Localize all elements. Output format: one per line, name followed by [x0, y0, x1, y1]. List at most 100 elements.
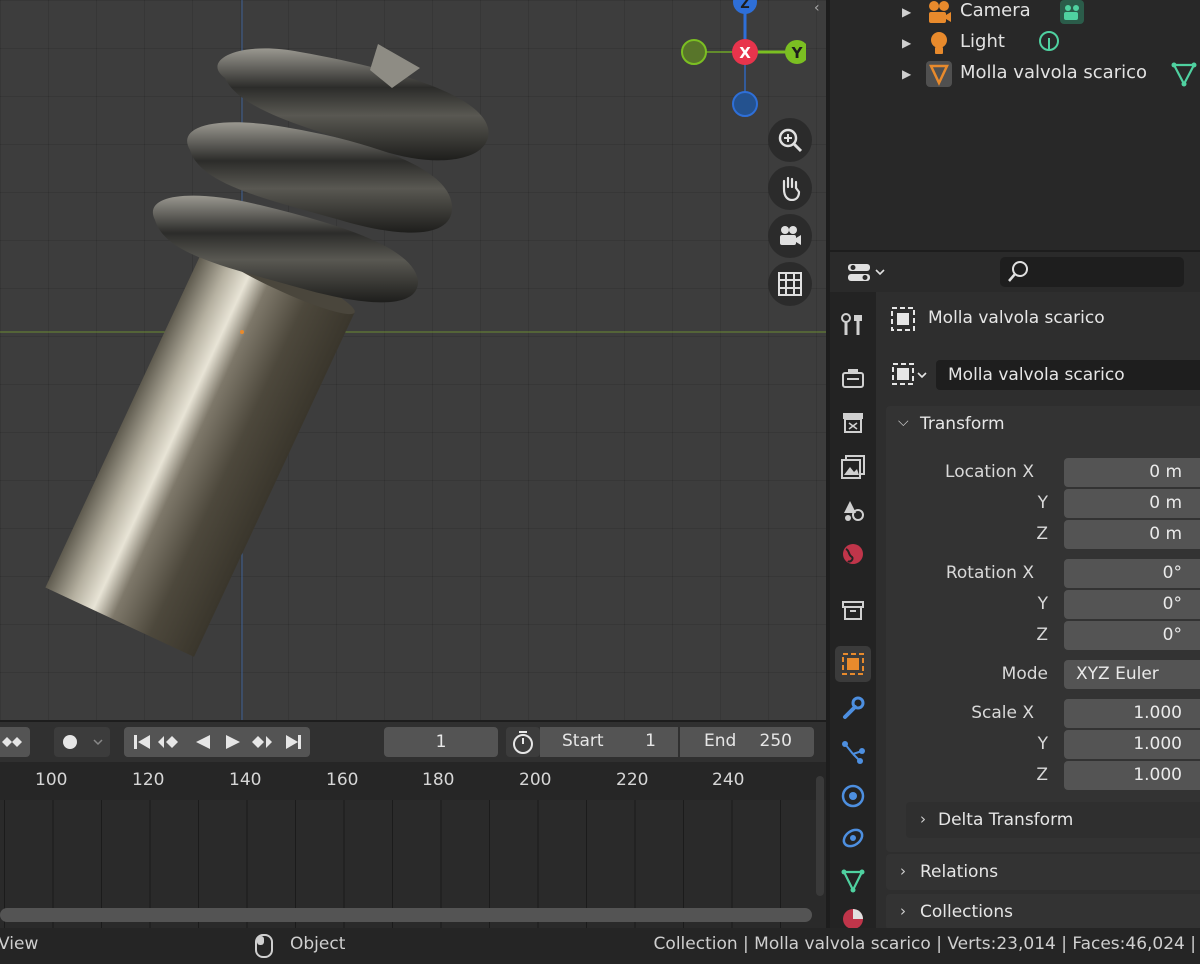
- grid-ortho-icon[interactable]: [768, 262, 812, 306]
- rotation-x-field[interactable]: 0°: [1064, 559, 1200, 588]
- location-z-label: Z: [1036, 524, 1048, 544]
- outliner-item-camera[interactable]: ▶ Camera: [830, 0, 1200, 27]
- frame-tick: 220: [616, 770, 649, 790]
- outliner-item-label: Light: [960, 31, 1005, 52]
- expand-arrow-icon[interactable]: ▶: [902, 67, 911, 81]
- properties-editor: Molla valvola scarico Molla valvola scar…: [830, 252, 1200, 930]
- tab-constraints[interactable]: [835, 820, 871, 856]
- status-view-label: View: [0, 934, 39, 954]
- material-icon: [843, 909, 863, 928]
- rotation-mode-dropdown[interactable]: XYZ Euler: [1064, 660, 1200, 689]
- jump-start-icon: [134, 735, 150, 749]
- playback-icons: [134, 735, 301, 749]
- collections-title: Collections: [920, 902, 1013, 922]
- rotation-y-field[interactable]: 0°: [1064, 590, 1200, 619]
- light-icon: [931, 32, 947, 54]
- camera-view-icon[interactable]: [768, 214, 812, 258]
- start-label: Start: [562, 731, 604, 751]
- editor-type-dropdown[interactable]: [844, 258, 892, 286]
- timeline-scrollbar[interactable]: [0, 908, 812, 922]
- frame-tick: 140: [229, 770, 262, 790]
- tab-tool[interactable]: [835, 306, 871, 342]
- end-frame-field[interactable]: End 250: [680, 727, 814, 757]
- constraints-icon: [842, 828, 864, 848]
- collections-panel[interactable]: › Collections: [886, 894, 1200, 930]
- frame-tick: 120: [132, 770, 165, 790]
- location-x-label: Location X: [945, 462, 1034, 482]
- outliner-item-light[interactable]: ▶ Light: [830, 27, 1200, 58]
- pan-hand-icon[interactable]: [768, 166, 812, 210]
- object-browse-icon: [892, 363, 927, 385]
- properties-editor-icon: [848, 264, 885, 281]
- object-name-label: Molla valvola scarico: [928, 308, 1105, 328]
- delta-transform-subpanel[interactable]: › Delta Transform: [906, 802, 1200, 838]
- record-icon: [63, 735, 103, 749]
- frame-tick: 240: [712, 770, 745, 790]
- expand-arrow-icon[interactable]: ▶: [902, 36, 911, 50]
- tab-data[interactable]: [835, 862, 871, 898]
- tab-material[interactable]: [835, 904, 871, 928]
- scale-x-field[interactable]: 1.000: [1064, 699, 1200, 728]
- playback-controls: [124, 727, 310, 757]
- tab-output[interactable]: [835, 404, 871, 440]
- camera-data-icon[interactable]: [1058, 0, 1086, 26]
- rotation-z-label: Z: [1036, 625, 1048, 645]
- timeline-vertical-scrollbar[interactable]: [816, 776, 824, 896]
- 3d-viewport[interactable]: X Y Z ‹: [0, 0, 826, 720]
- scale-y-label: Y: [1037, 734, 1048, 754]
- scale-y-field[interactable]: 1.000: [1064, 730, 1200, 759]
- mesh-data-icon: [841, 869, 865, 893]
- scale-z-label: Z: [1036, 765, 1048, 785]
- relations-panel[interactable]: › Relations: [886, 854, 1200, 890]
- gizmo-x-label: X: [739, 44, 751, 62]
- search-input[interactable]: [1000, 257, 1184, 287]
- outliner-item-label: Molla valvola scarico: [960, 62, 1148, 83]
- object-browse-dropdown[interactable]: [890, 360, 934, 390]
- prev-keyframe-icon: [158, 736, 178, 748]
- mesh-object-icon: [926, 61, 952, 87]
- current-frame-field[interactable]: 1: [384, 727, 498, 757]
- end-label: End: [704, 731, 737, 751]
- navigation-gizmo[interactable]: X Y Z: [676, 0, 806, 120]
- preview-range-toggle[interactable]: [506, 727, 540, 757]
- status-mode-label: Object: [290, 934, 346, 954]
- outliner-item-mesh[interactable]: ▶ Molla valvola scarico: [830, 58, 1200, 89]
- zoom-icon[interactable]: [768, 118, 812, 162]
- transform-panel: ⌵ Transform Location X 0 m Y 0 m Z 0 m R…: [886, 406, 1200, 852]
- timeline-ruler[interactable]: 100 120 140 160 180 200 220 240 ‹: [0, 762, 826, 800]
- object-name-field[interactable]: Molla valvola scarico: [936, 360, 1200, 390]
- scale-z-field[interactable]: 1.000: [1064, 761, 1200, 790]
- auto-keying-toggle[interactable]: [54, 727, 110, 757]
- relations-title: Relations: [920, 862, 999, 882]
- light-data-icon[interactable]: [1036, 29, 1064, 57]
- keyframe-icon: [2, 737, 22, 747]
- object-origin: [240, 330, 244, 334]
- tab-render[interactable]: [835, 360, 871, 396]
- location-z-field[interactable]: 0 m: [1064, 520, 1200, 549]
- cylinder-mesh: [45, 241, 355, 657]
- collapse-arrow-icon[interactable]: ‹: [814, 0, 820, 16]
- chevron-right-icon: ›: [920, 810, 926, 828]
- location-x-field[interactable]: 0 m: [1064, 458, 1200, 487]
- rotation-z-field[interactable]: 0°: [1064, 621, 1200, 650]
- play-reverse-icon: [196, 735, 210, 749]
- keyframe-button[interactable]: [0, 727, 30, 757]
- transform-panel-header[interactable]: ⌵ Transform: [886, 406, 1200, 442]
- search-icon: [1008, 261, 1028, 282]
- properties-header: [830, 252, 1200, 292]
- start-value: 1: [645, 731, 656, 751]
- location-y-field[interactable]: 0 m: [1064, 489, 1200, 518]
- status-scene-info: Collection | Molla valvola scarico | Ver…: [653, 934, 1196, 954]
- outliner-panel: ▶ Camera ▶ Light ▶ Molla valvola scarico: [830, 0, 1200, 250]
- play-icon: [226, 735, 240, 749]
- tool-icon: [841, 313, 862, 335]
- gizmo-y-label: Y: [791, 44, 804, 62]
- delta-transform-title: Delta Transform: [938, 810, 1074, 830]
- expand-arrow-icon[interactable]: ▶: [902, 5, 911, 19]
- location-y-label: Y: [1037, 493, 1048, 513]
- output-icon: [843, 413, 863, 433]
- start-frame-field[interactable]: Start 1: [540, 727, 678, 757]
- outliner-item-label: Camera: [960, 0, 1031, 21]
- mesh-data-icon[interactable]: [1170, 60, 1198, 88]
- object-icon: [891, 307, 915, 331]
